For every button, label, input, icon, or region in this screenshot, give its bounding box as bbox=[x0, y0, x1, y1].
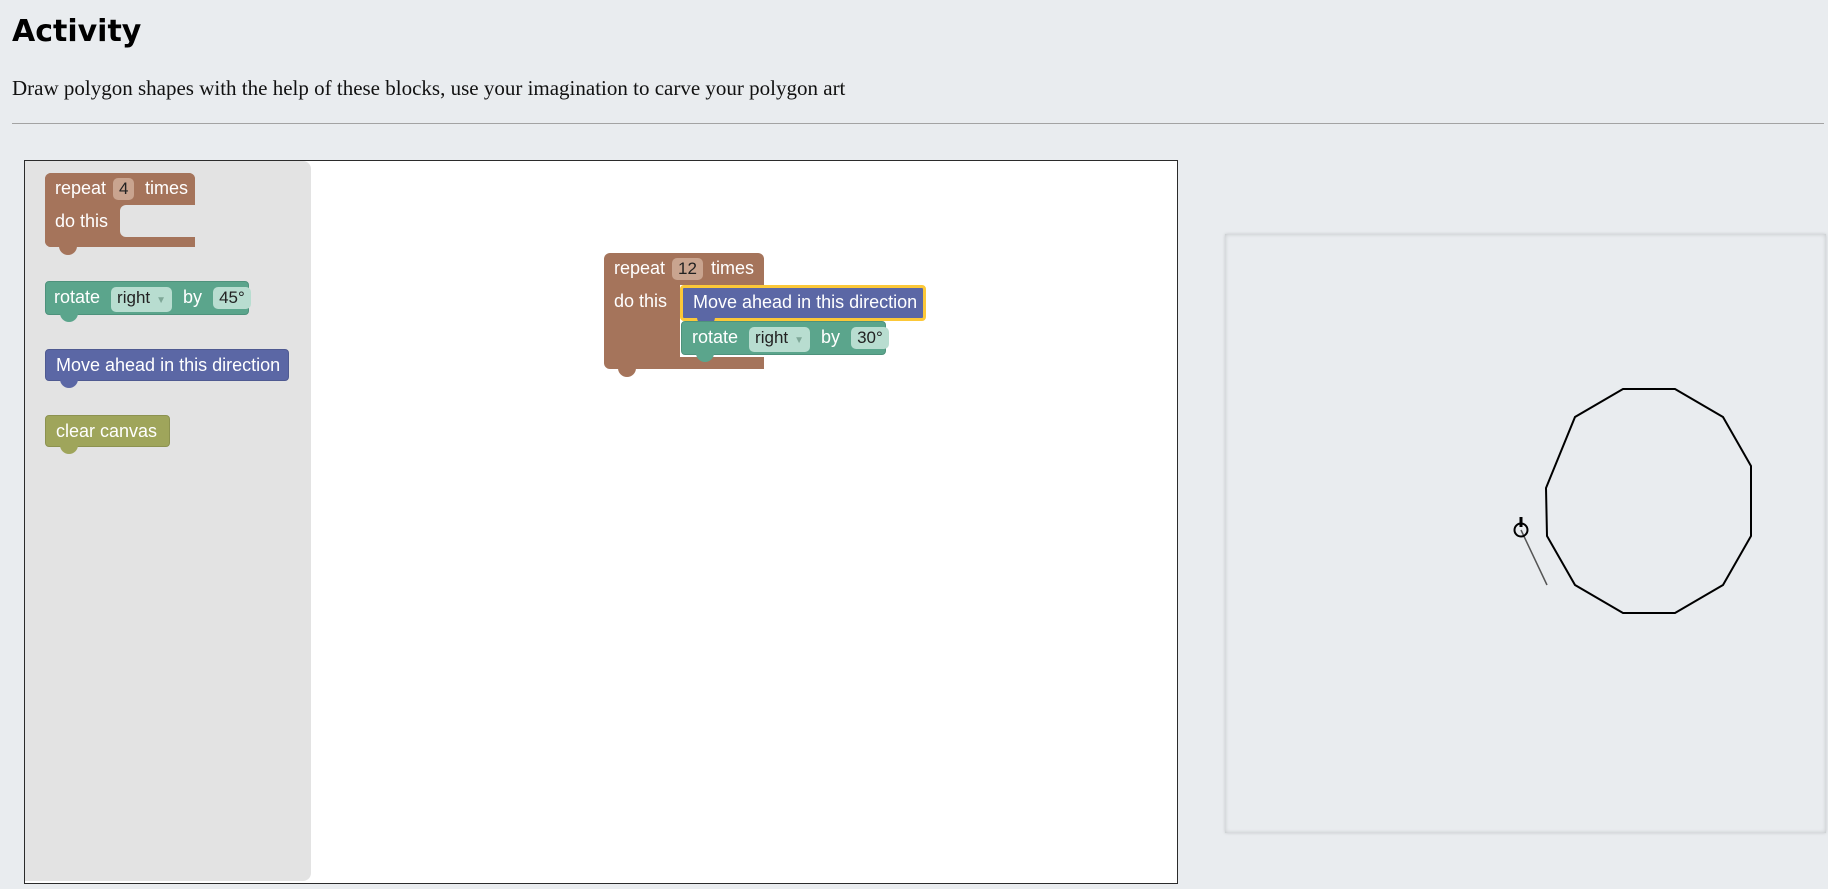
do-this-label: do this bbox=[614, 291, 668, 311]
chevron-down-icon: ▼ bbox=[156, 295, 167, 306]
times-label: times bbox=[711, 258, 755, 278]
repeat-label: repeat bbox=[614, 258, 666, 278]
turtle-cursor-icon bbox=[1513, 517, 1529, 538]
activity-description: Draw polygon shapes with the help of the… bbox=[12, 76, 846, 100]
toolbox-clear-canvas-block[interactable]: clear canvas bbox=[45, 415, 170, 454]
block-connector bbox=[60, 445, 78, 454]
polygon-outline bbox=[1544, 388, 1752, 614]
direction-dropdown[interactable]: right ▼ bbox=[111, 287, 173, 312]
direction-value: right bbox=[117, 288, 151, 307]
move-label: Move ahead in this direction bbox=[693, 292, 918, 312]
angle-field[interactable]: 30° bbox=[851, 327, 889, 349]
by-label: by bbox=[183, 287, 203, 307]
toolbox-move-block[interactable]: Move ahead in this direction bbox=[45, 349, 289, 388]
chevron-down-icon: ▼ bbox=[794, 335, 805, 346]
repeat-count-field[interactable]: 12 bbox=[672, 258, 703, 280]
block-connector bbox=[60, 379, 78, 388]
direction-dropdown[interactable]: right ▼ bbox=[749, 327, 811, 352]
page-title: Activity bbox=[12, 14, 142, 49]
block-connector bbox=[59, 246, 77, 255]
toolbox-repeat-block[interactable]: repeat 4 times do this bbox=[45, 173, 195, 255]
repeat-count-field[interactable]: 4 bbox=[113, 178, 135, 200]
rotate-label: rotate bbox=[54, 287, 101, 307]
repeat-label: repeat bbox=[55, 178, 107, 198]
direction-value: right bbox=[755, 328, 789, 347]
drawing-surface bbox=[1513, 388, 1752, 614]
divider bbox=[12, 123, 1824, 124]
move-label: Move ahead in this direction bbox=[56, 355, 281, 375]
toolbox-rotate-block[interactable]: rotate right ▼ by 45° bbox=[45, 281, 251, 322]
program-rotate-block[interactable]: rotate right ▼ by 30° bbox=[681, 321, 889, 362]
program-move-block[interactable]: Move ahead in this direction bbox=[680, 285, 926, 326]
block-connector bbox=[618, 368, 636, 377]
blockly-workspace[interactable]: repeat 4 times do this rotate right ▼ by … bbox=[24, 160, 1178, 884]
block-connector bbox=[60, 313, 78, 322]
clear-canvas-label: clear canvas bbox=[56, 421, 158, 441]
repeat-statement-slot[interactable] bbox=[120, 205, 195, 237]
rotate-label: rotate bbox=[692, 327, 739, 347]
do-this-label: do this bbox=[55, 211, 109, 231]
times-label: times bbox=[145, 178, 189, 198]
block-toolbox: repeat 4 times do this rotate right ▼ by … bbox=[25, 161, 311, 881]
angle-field[interactable]: 45° bbox=[213, 287, 251, 309]
by-label: by bbox=[821, 327, 841, 347]
current-edge bbox=[1520, 529, 1548, 586]
drawing-canvas[interactable] bbox=[1225, 234, 1826, 833]
